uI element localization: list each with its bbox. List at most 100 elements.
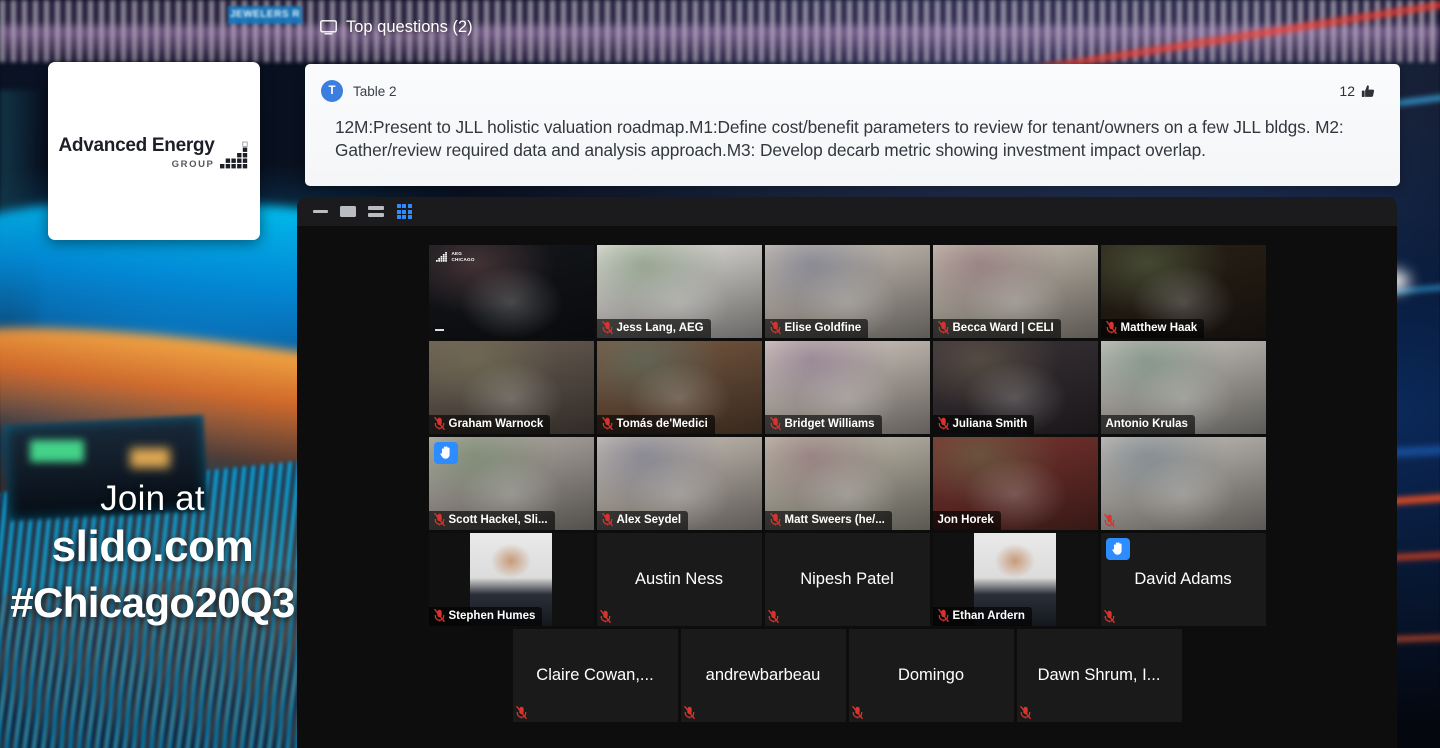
- participant-nametag: Matthew Haak: [1100, 318, 1205, 338]
- minimize-view-button[interactable]: [311, 203, 329, 221]
- participant-nametag: Bridget Williams: [764, 414, 882, 434]
- single-window-view-button[interactable]: [339, 203, 357, 221]
- mic-muted-icon: [851, 706, 863, 719]
- mic-muted-icon: [767, 610, 779, 623]
- aeg-chicago-watermark: AEG CHICAGO: [435, 251, 475, 263]
- participant-tile[interactable]: Nipesh Patel: [764, 533, 930, 626]
- mic-muted-icon: [769, 417, 781, 431]
- participant-tile[interactable]: andrewbarbeau: [680, 629, 846, 722]
- raise-hand-badge[interactable]: [1105, 538, 1130, 560]
- participant-tile[interactable]: Graham Warnock: [428, 341, 594, 434]
- logo-dot-bars-icon: [219, 141, 248, 169]
- participant-name: Juliana Smith: [952, 417, 1028, 430]
- participant-tile[interactable]: Alex Seydel: [596, 437, 762, 530]
- participant-name: Matt Sweers (he/...: [784, 513, 885, 526]
- participant-tile[interactable]: Matt Sweers (he/...: [764, 437, 930, 530]
- participant-tile[interactable]: Antonio Krulas: [1100, 341, 1266, 434]
- participant-nametag: Stephen Humes: [428, 606, 543, 626]
- participant-name-large: Claire Cowan,...: [536, 666, 654, 684]
- slido-vote-count: 12: [1339, 83, 1355, 99]
- gallery-view-button[interactable]: [395, 203, 413, 221]
- participant-video: [1100, 437, 1266, 530]
- aeg-watermark-text: AEG CHICAGO: [451, 251, 475, 262]
- participant-tile[interactable]: Claire Cowan,...: [512, 629, 678, 722]
- participant-tile[interactable]: [1100, 437, 1266, 530]
- mic-muted-icon: [433, 417, 445, 431]
- join-url: slido.com: [51, 522, 254, 572]
- participant-tile[interactable]: Scott Hackel, Sli...: [428, 437, 594, 530]
- participant-tile[interactable]: Elise Goldfine: [764, 245, 930, 338]
- raise-hand-icon: [439, 446, 450, 459]
- participant-name: Tomás de'Medici: [616, 417, 708, 430]
- participant-tile[interactable]: Jon Horek: [932, 437, 1098, 530]
- participant-name: Matthew Haak: [1120, 321, 1198, 334]
- aeg-dot-bars-icon: [435, 252, 447, 263]
- slido-top-questions-header: Top questions (2): [320, 18, 473, 37]
- slido-vote-count-group[interactable]: 12: [1339, 83, 1378, 99]
- mic-muted-icon: [601, 321, 613, 335]
- mic-muted-icon: [515, 706, 527, 719]
- zoom-view-toolbar[interactable]: [297, 197, 1397, 226]
- participant-name: Jess Lang, AEG: [616, 321, 704, 334]
- mic-muted-icon: [433, 609, 445, 623]
- mic-muted-icon: [1105, 321, 1117, 335]
- participant-tile[interactable]: Stephen Humes: [428, 533, 594, 626]
- gallery-row: Stephen Humes Austin Ness Nipesh Patel Et…: [297, 533, 1397, 626]
- mic-muted-icon: [769, 321, 781, 335]
- speaker-view-button[interactable]: [367, 203, 385, 221]
- participant-tile[interactable]: Tomás de'Medici: [596, 341, 762, 434]
- slido-question-card[interactable]: T Table 2 12 12M:Present to JLL holistic…: [305, 64, 1400, 186]
- participant-nametag: Jess Lang, AEG: [596, 318, 711, 338]
- logo-secondary-text: GROUP: [171, 159, 215, 171]
- mic-muted-icon: [1103, 610, 1115, 623]
- join-prompt: Join at: [100, 479, 205, 518]
- participant-name-large: Domingo: [897, 666, 965, 684]
- slido-join-instructions: Join at slido.com #Chicago20Q3: [0, 478, 305, 628]
- participant-tile[interactable]: Becca Ward | CELI: [932, 245, 1098, 338]
- thumbs-up-icon[interactable]: [1361, 84, 1376, 99]
- mic-muted-icon: [601, 513, 613, 527]
- participant-name: Antonio Krulas: [1105, 417, 1188, 430]
- participant-name-large: Nipesh Patel: [800, 570, 894, 588]
- participant-tile[interactable]: Juliana Smith: [932, 341, 1098, 434]
- participant-nametag: Alex Seydel: [596, 510, 689, 530]
- participant-nametag: Antonio Krulas: [1100, 414, 1195, 434]
- background-jewelers-sign: JEWELERS R: [228, 6, 302, 24]
- gallery-row: Graham Warnock Tomás de'Medici Bridget W…: [297, 341, 1397, 434]
- participant-nametag: Becca Ward | CELI: [932, 318, 1061, 338]
- participant-tile[interactable]: Jess Lang, AEG: [596, 245, 762, 338]
- participant-tile[interactable]: Bridget Williams: [764, 341, 930, 434]
- participant-tile[interactable]: Matthew Haak: [1100, 245, 1266, 338]
- participant-nametag: Juliana Smith: [932, 414, 1035, 434]
- background-storefront-light-green: [30, 440, 84, 462]
- slido-question-text: 12M:Present to JLL holistic valuation ro…: [335, 117, 1344, 161]
- participant-tile[interactable]: Domingo: [848, 629, 1014, 722]
- participant-name: Bridget Williams: [784, 417, 875, 430]
- mic-muted-icon: [599, 610, 611, 623]
- background-marquee-glow: [0, 26, 1440, 60]
- logo-primary-text: Advanced Energy: [58, 135, 215, 157]
- participant-tile[interactable]: AEG CHICAGO: [428, 245, 594, 338]
- participant-tile[interactable]: Dawn Shrum, I...: [1016, 629, 1182, 722]
- participant-name: Alex Seydel: [616, 513, 682, 526]
- participant-name: Stephen Humes: [448, 609, 536, 622]
- participant-name: Becca Ward | CELI: [952, 321, 1054, 334]
- join-event-code: #Chicago20Q3: [10, 579, 295, 627]
- mic-muted-icon: [937, 609, 949, 623]
- participant-name: Elise Goldfine: [784, 321, 862, 334]
- zoom-meeting-window[interactable]: AEG CHICAGO Jess Lang, AEG Elise Goldfine…: [297, 197, 1397, 748]
- participant-tile[interactable]: Austin Ness: [596, 533, 762, 626]
- mic-muted-icon: [769, 513, 781, 527]
- mic-muted-icon: [683, 706, 695, 719]
- gallery-row: Scott Hackel, Sli... Alex Seydel Matt Sw…: [297, 437, 1397, 530]
- mic-muted-icon: [1103, 514, 1115, 527]
- raise-hand-badge[interactable]: [433, 442, 458, 464]
- zoom-gallery-grid: AEG CHICAGO Jess Lang, AEG Elise Goldfine…: [297, 226, 1397, 748]
- logo-text-column: Advanced Energy GROUP: [59, 136, 215, 170]
- advanced-energy-group-logo-card: Advanced Energy GROUP: [48, 62, 260, 240]
- participant-nametag: Tomás de'Medici: [596, 414, 715, 434]
- participant-name: Jon Horek: [937, 513, 994, 526]
- participant-tile[interactable]: Ethan Ardern: [932, 533, 1098, 626]
- slido-card-header-row: T Table 2 12: [321, 80, 1378, 102]
- participant-tile[interactable]: David Adams: [1100, 533, 1266, 626]
